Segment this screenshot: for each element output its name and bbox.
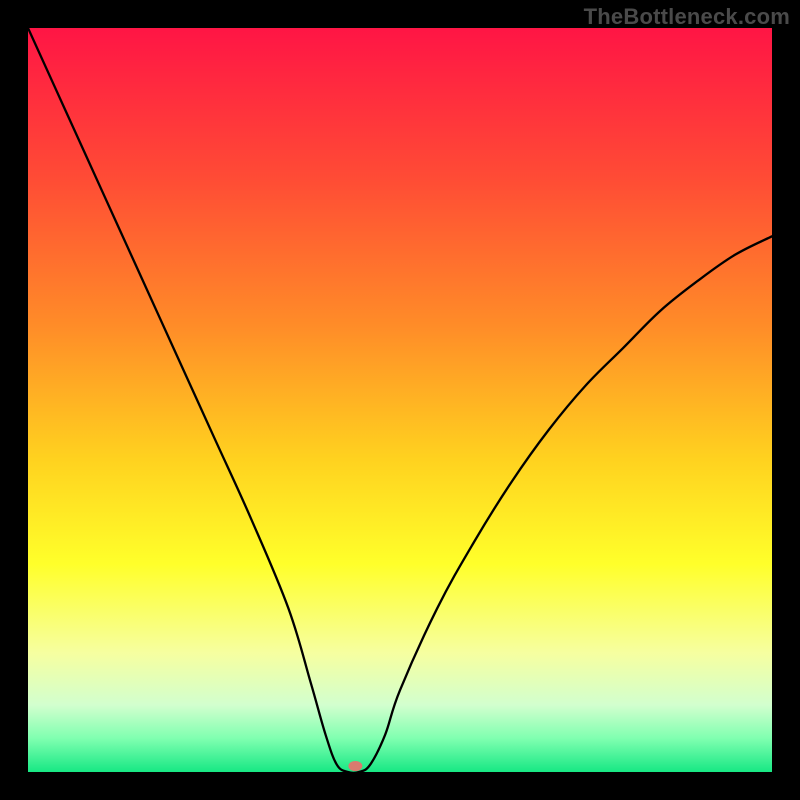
gradient-background [28, 28, 772, 772]
plot-area [28, 28, 772, 772]
chart-svg [28, 28, 772, 772]
chart-container: TheBottleneck.com [0, 0, 800, 800]
optimum-marker [348, 761, 362, 771]
watermark-text: TheBottleneck.com [584, 4, 790, 30]
